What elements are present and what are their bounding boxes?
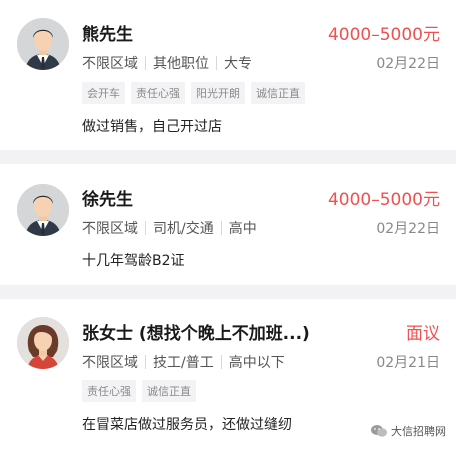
salary-range: 4000–5000元 <box>327 190 440 210</box>
candidate-meta: 不限区域 技工/普工 高中以下 <box>82 352 285 372</box>
meta-education: 高中以下 <box>228 355 285 371</box>
divider <box>145 56 146 70</box>
candidate-meta: 不限区域 其他职位 大专 <box>82 53 252 73</box>
meta-education: 大专 <box>224 56 252 72</box>
candidate-name: 熊先生 <box>82 25 133 45</box>
candidate-description: 做过销售，自己开过店 <box>82 119 222 135</box>
divider <box>220 221 222 235</box>
watermark: 大信招聘网 <box>371 423 446 439</box>
tag: 诚信正直 <box>251 82 305 104</box>
tag: 阳光开朗 <box>191 82 245 104</box>
post-date: 02月21日 <box>376 355 440 371</box>
divider <box>216 56 217 70</box>
meta-education: 高中 <box>228 221 257 237</box>
salary-range: 4000–5000元 <box>327 25 440 45</box>
male-avatar-icon <box>17 18 69 70</box>
meta-position: 其他职位 <box>153 56 209 72</box>
tag: 责任心强 <box>82 380 136 402</box>
meta-position: 司机/交通 <box>153 221 214 237</box>
tag-list: 责任心强 诚信正直 <box>82 380 196 402</box>
meta-position: 技工/普工 <box>153 355 214 371</box>
candidate-name: 徐先生 <box>82 190 133 210</box>
salary-negotiable: 面议 <box>406 324 440 344</box>
tag: 诚信正直 <box>142 380 196 402</box>
candidate-meta: 不限区域 司机/交通 高中 <box>82 218 257 238</box>
candidate-card[interactable]: 张女士 (想找个晚上不加班...) 面议 不限区域 技工/普工 高中以下 02月… <box>0 299 456 453</box>
candidate-card[interactable]: 熊先生 4000–5000元 不限区域 其他职位 大专 02月22日 会开车 责… <box>0 0 456 150</box>
meta-area: 不限区域 <box>82 355 138 371</box>
candidate-description: 在冒菜店做过服务员，还做过缝纫 <box>82 417 292 433</box>
tag: 责任心强 <box>131 82 185 104</box>
divider <box>220 355 222 369</box>
post-date: 02月22日 <box>376 221 440 237</box>
tag: 会开车 <box>82 82 125 104</box>
candidate-description: 十几年驾龄B2证 <box>82 253 185 269</box>
candidate-card[interactable]: 徐先生 4000–5000元 不限区域 司机/交通 高中 02月22日 十几年驾… <box>0 164 456 285</box>
meta-area: 不限区域 <box>82 221 138 237</box>
candidate-name: 张女士 (想找个晚上不加班...) <box>82 324 310 344</box>
divider <box>145 221 146 235</box>
divider <box>145 355 146 369</box>
male-avatar-icon <box>17 184 69 236</box>
meta-area: 不限区域 <box>82 56 138 72</box>
watermark-text: 大信招聘网 <box>391 425 446 438</box>
tag-list: 会开车 责任心强 阳光开朗 诚信正直 <box>82 82 305 104</box>
post-date: 02月22日 <box>376 56 440 72</box>
wechat-icon <box>371 425 387 437</box>
female-avatar-icon <box>17 317 69 369</box>
